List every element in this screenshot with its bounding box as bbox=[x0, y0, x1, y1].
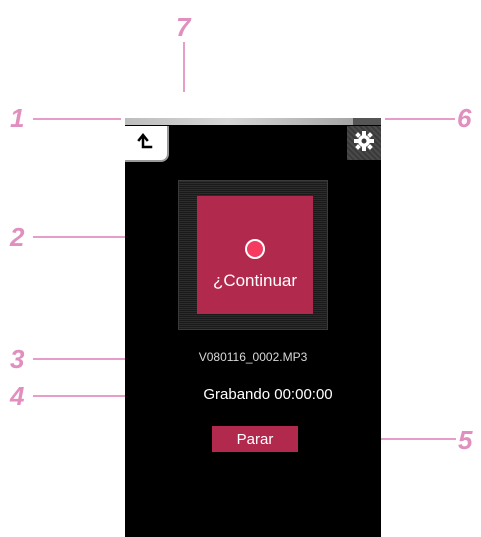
callout-line-1 bbox=[33, 118, 121, 120]
record-dot-icon bbox=[245, 239, 265, 259]
back-arrow-icon bbox=[137, 132, 155, 155]
callout-number-3: 3 bbox=[10, 344, 25, 374]
status-bar-indicator bbox=[353, 118, 381, 125]
record-button-label: ¿Continuar bbox=[212, 271, 298, 290]
continue-record-button[interactable]: ¿Continuar bbox=[197, 196, 313, 314]
recording-filename: V080116_0002.MP3 bbox=[198, 350, 308, 364]
gear-icon bbox=[353, 130, 375, 157]
callout-number-2: 2 bbox=[10, 222, 25, 252]
device-screen: ¿Continuar V080116_0002.MP3 Grabando 00:… bbox=[125, 118, 381, 537]
callout-number-5: 5 bbox=[458, 425, 473, 455]
callout-line-7 bbox=[183, 42, 185, 92]
record-button-frame: ¿Continuar bbox=[178, 180, 328, 330]
stop-button[interactable]: Parar bbox=[212, 426, 298, 452]
callout-number-1: 1 bbox=[10, 103, 25, 133]
recording-status: Grabando 00:00:00 bbox=[203, 386, 333, 403]
callout-number-6: 6 bbox=[457, 103, 472, 133]
back-button[interactable] bbox=[125, 126, 169, 162]
callout-number-4: 4 bbox=[10, 381, 25, 411]
callout-line-6 bbox=[385, 118, 455, 120]
settings-button[interactable] bbox=[347, 126, 381, 160]
status-bar bbox=[125, 118, 381, 125]
callout-number-7: 7 bbox=[176, 12, 191, 42]
